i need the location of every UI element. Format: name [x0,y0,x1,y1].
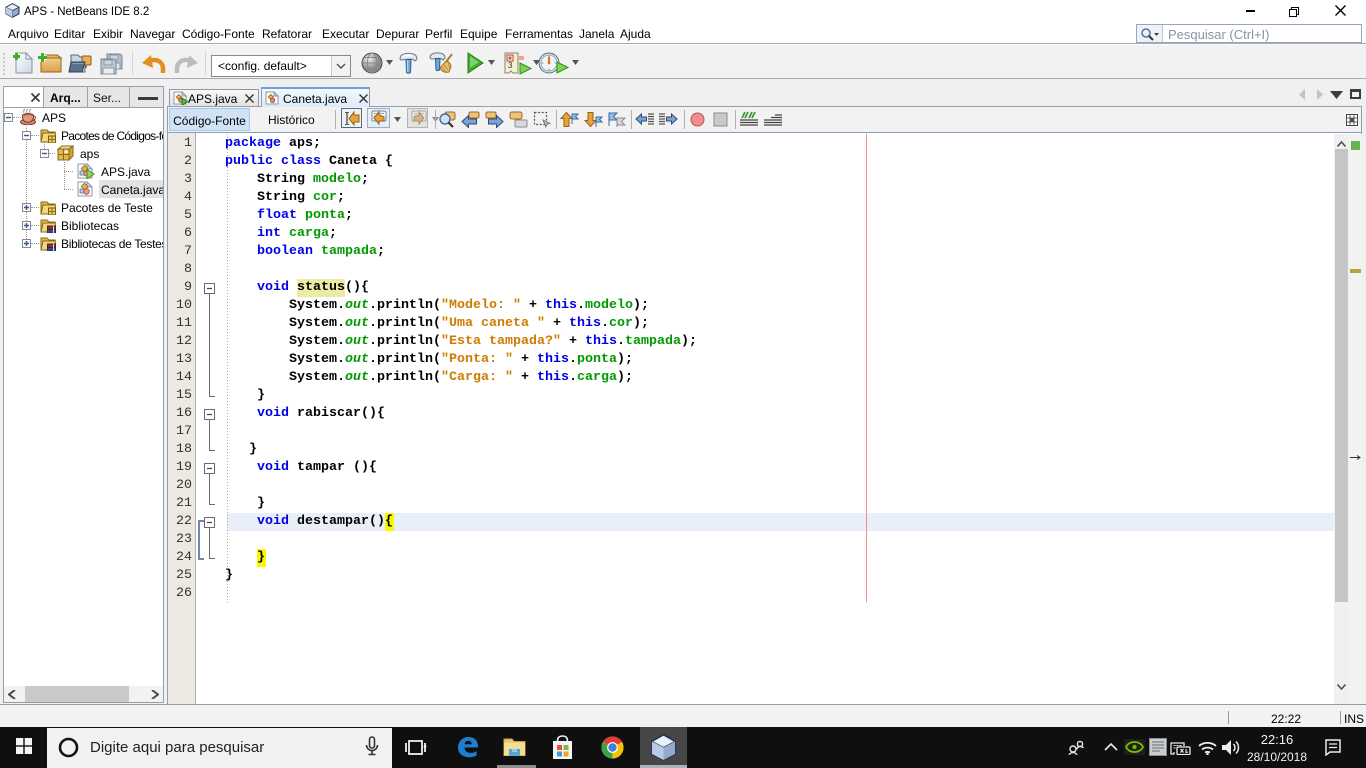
svg-text:3: 3 [508,61,513,70]
